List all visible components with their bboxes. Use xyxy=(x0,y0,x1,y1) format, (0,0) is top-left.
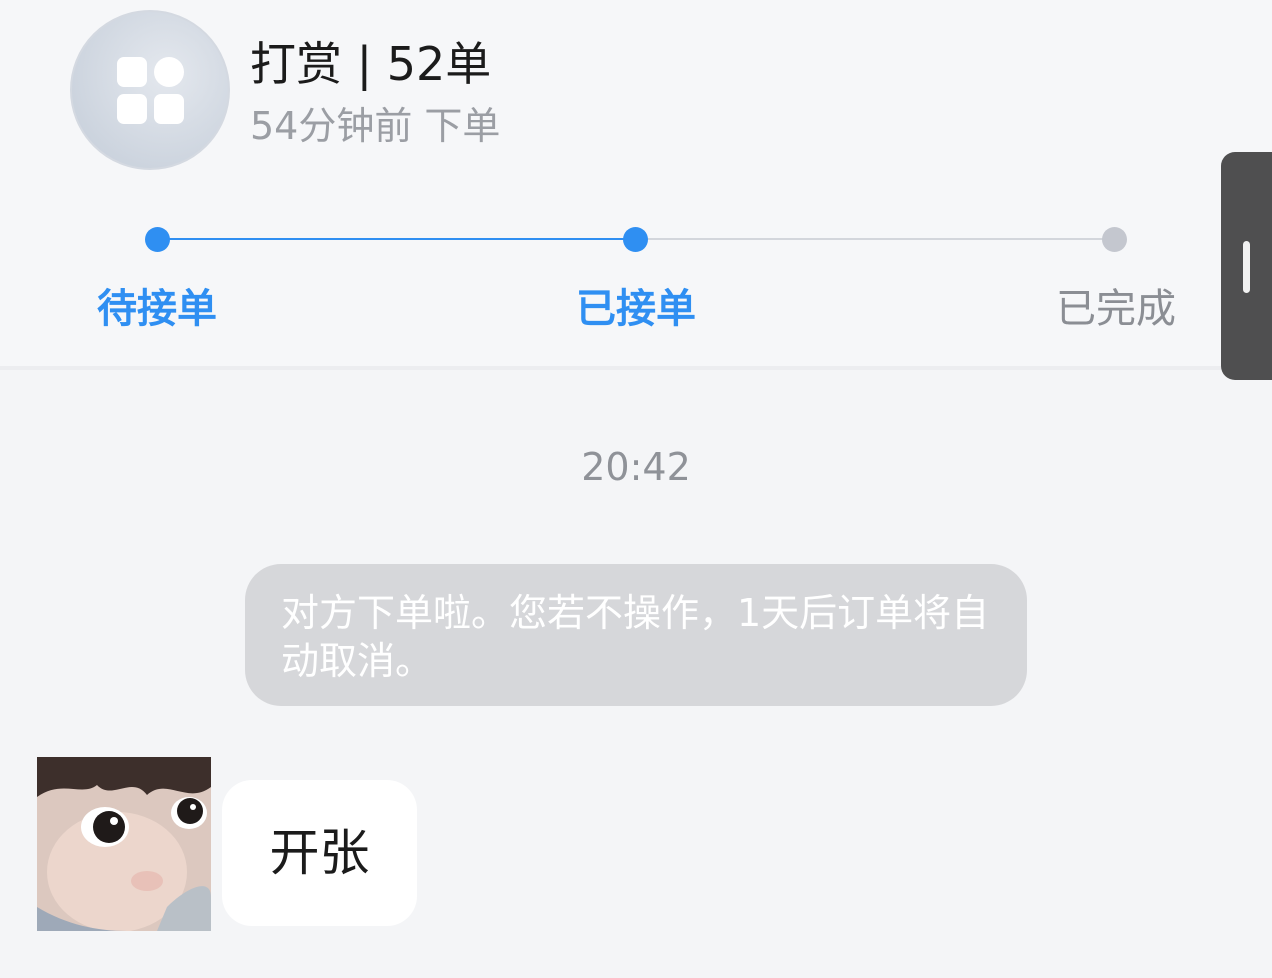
step-dot-pending-accept xyxy=(145,227,170,252)
step-dot-accepted xyxy=(623,227,648,252)
grip-icon xyxy=(1243,241,1250,293)
grid-tile xyxy=(154,57,184,87)
grid-tile xyxy=(154,94,184,124)
order-header: 打赏 | 52单 54分钟前 下单 待接单 已接单 已完成 xyxy=(0,0,1272,370)
step-dot-completed xyxy=(1102,227,1127,252)
grid-tile xyxy=(117,57,147,87)
chat-timestamp: 20:42 xyxy=(581,445,691,489)
side-drawer-handle[interactable] xyxy=(1221,152,1272,380)
order-time: 54分钟前 下单 xyxy=(250,104,501,148)
step-label-accepted: 已接单 xyxy=(576,286,696,332)
grid-tile xyxy=(117,94,147,124)
chat-message-text: 开张 xyxy=(269,824,370,882)
step-label-pending-accept: 待接单 xyxy=(97,286,217,332)
order-title: 打赏 | 52单 xyxy=(250,37,492,91)
chat-message-bubble[interactable]: 开张 xyxy=(222,780,417,926)
step-label-completed: 已完成 xyxy=(1056,286,1176,332)
avatar-photo xyxy=(37,757,211,931)
progress-line-completed xyxy=(157,238,636,240)
progress-line-remaining xyxy=(636,238,1114,240)
system-message: 对方下单啦。您若不操作，1天后订单将自动取消。 xyxy=(245,564,1027,706)
user-avatar[interactable] xyxy=(37,757,211,931)
app-grid-icon xyxy=(70,10,230,170)
